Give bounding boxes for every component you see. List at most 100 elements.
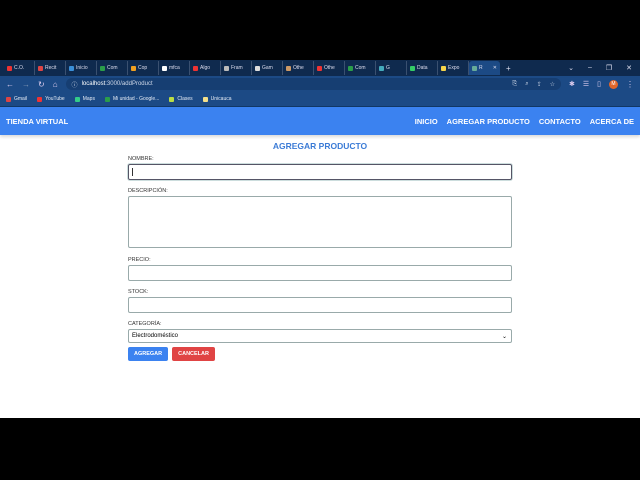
description-label: DESCRIPCIÓN:: [128, 188, 168, 194]
favicon-icon: [255, 65, 260, 71]
bookmark-item[interactable]: Maps: [74, 96, 95, 102]
bookmark-label: Mi unidad - Google...: [112, 96, 160, 102]
description-textarea[interactable]: [128, 196, 512, 248]
share-icon[interactable]: ⇪: [537, 81, 542, 88]
bookmark-label: Unicauca: [210, 96, 232, 102]
browser-tab[interactable]: Data: [407, 61, 438, 75]
nav-contacto[interactable]: CONTACTO: [539, 117, 581, 126]
browser-tab[interactable]: G: [376, 61, 407, 75]
stock-input[interactable]: [128, 297, 512, 313]
tab-title: C.O.: [14, 65, 25, 71]
url-input[interactable]: ⓘ localhost:3000/addProduct ⎘ ⌕ ⇪ ☆: [65, 78, 561, 90]
favicon-icon: [224, 65, 229, 71]
browser-tab[interactable]: Fram: [221, 61, 252, 75]
favicon-icon: [69, 65, 74, 71]
price-label: PRECIO:: [128, 257, 151, 263]
name-label: NOMBRE:: [128, 156, 154, 162]
browser-tab[interactable]: Recit: [35, 61, 66, 75]
close-window-button[interactable]: ✕: [626, 64, 632, 72]
browser-tab[interactable]: Algo: [190, 61, 221, 75]
favicon-icon: [472, 65, 477, 71]
tab-title: Recit: [45, 65, 57, 71]
profile-avatar[interactable]: M: [609, 79, 618, 89]
agregar-button[interactable]: AGREGAR: [128, 347, 169, 361]
nav-agregar-producto[interactable]: AGREGAR PRODUCTO: [447, 117, 530, 126]
favicon-icon: [7, 65, 12, 71]
cancelar-button[interactable]: CANCELAR: [172, 347, 215, 361]
browser-tab[interactable]: Com: [97, 61, 128, 75]
browser-tab[interactable]: Othe: [283, 61, 314, 75]
brand[interactable]: TIENDA VIRTUAL: [6, 117, 68, 126]
tab-title: Gam: [262, 65, 273, 71]
bookmark-item[interactable]: YouTube: [37, 96, 65, 102]
bookmark-label: YouTube: [45, 96, 65, 102]
nav-inicio[interactable]: INICIO: [415, 117, 438, 126]
favicon-icon: [100, 65, 105, 71]
tab-search-button[interactable]: ⌄: [568, 64, 574, 72]
bookmark-icon: [169, 96, 175, 102]
browser-tab[interactable]: R ✕: [469, 61, 500, 75]
favicon-icon: [286, 65, 291, 71]
tab-title: Inicio: [76, 65, 88, 71]
address-bar-row: ← → ↻ ⌂ ⓘ localhost:3000/addProduct ⎘ ⌕ …: [0, 76, 640, 92]
reading-list-icon[interactable]: ☰: [583, 80, 589, 88]
favicon-icon: [379, 65, 384, 71]
browser-tab[interactable]: Cop: [128, 61, 159, 75]
nav-acerca-de[interactable]: ACERCA DE: [590, 117, 634, 126]
tab-title: Data: [417, 65, 428, 71]
extensions-icon[interactable]: ✱: [569, 80, 575, 88]
url-path: :3000/addProduct: [105, 81, 153, 87]
tab-title: Com: [355, 65, 366, 71]
name-input[interactable]: [128, 164, 512, 180]
bookmark-icon: [74, 96, 80, 102]
bookmark-icon: [104, 96, 110, 102]
bookmark-item[interactable]: Mi unidad - Google...: [104, 96, 160, 102]
menu-icon[interactable]: ⋮: [626, 80, 634, 89]
stock-label: STOCK:: [128, 289, 149, 295]
maximize-button[interactable]: ❐: [606, 64, 612, 72]
forward-icon[interactable]: →: [22, 80, 30, 89]
home-icon[interactable]: ⌂: [53, 80, 58, 89]
close-tab-icon[interactable]: ✕: [493, 65, 497, 71]
bookmark-star-icon[interactable]: ☆: [550, 81, 555, 88]
tab-title: mfca: [169, 65, 180, 71]
tab-title: Expo: [448, 65, 460, 71]
browser-tab[interactable]: C.O.: [4, 61, 35, 75]
browser-tab[interactable]: Inicio: [66, 61, 97, 75]
tab-title: R: [479, 65, 483, 71]
browser-tab[interactable]: mfca: [159, 61, 190, 75]
bookmark-item[interactable]: Gmail: [6, 96, 27, 102]
bookmark-item[interactable]: Unicauca: [202, 96, 232, 102]
browser-tab[interactable]: Com: [345, 61, 376, 75]
info-icon[interactable]: ⓘ: [72, 80, 78, 89]
bookmark-icon: [6, 96, 11, 102]
translate-icon[interactable]: ⎘: [512, 81, 517, 88]
price-input[interactable]: [128, 265, 512, 281]
zoom-icon[interactable]: ⌕: [525, 81, 528, 88]
back-icon[interactable]: ←: [6, 80, 14, 89]
browser-tab[interactable]: Othe: [314, 61, 345, 75]
side-panel-icon[interactable]: ▯: [597, 80, 601, 88]
bookmark-label: Gmail: [14, 96, 28, 102]
tab-title: Algo: [200, 65, 211, 71]
new-tab-button[interactable]: +: [506, 64, 511, 73]
favicon-icon: [348, 65, 353, 71]
bookmarks-bar: Gmail YouTube Maps Mi unidad - Google... Cla…: [0, 92, 640, 107]
category-select[interactable]: Electrodoméstico ⌄: [128, 329, 512, 343]
favicon-icon: [131, 65, 136, 71]
tab-strip: C.O. Recit Inicio Com Cop mfca Algo Fram Gam Othe…: [0, 60, 640, 76]
favicon-icon: [317, 65, 322, 71]
tab-title: G: [386, 65, 390, 71]
tab-title: Com: [107, 65, 118, 71]
tab-title: Fram: [231, 65, 243, 71]
browser-tab[interactable]: Expo: [438, 61, 469, 75]
bookmark-item[interactable]: Clases: [169, 96, 193, 102]
bookmark-label: Maps: [82, 96, 95, 102]
minimize-button[interactable]: –: [588, 64, 592, 72]
favicon-icon: [441, 65, 446, 71]
favicon-icon: [162, 65, 167, 71]
reload-icon[interactable]: ↻: [38, 80, 45, 89]
browser-tab[interactable]: Gam: [252, 61, 283, 75]
tab-title: Cop: [138, 65, 148, 71]
tab-title: Othe: [324, 65, 335, 71]
